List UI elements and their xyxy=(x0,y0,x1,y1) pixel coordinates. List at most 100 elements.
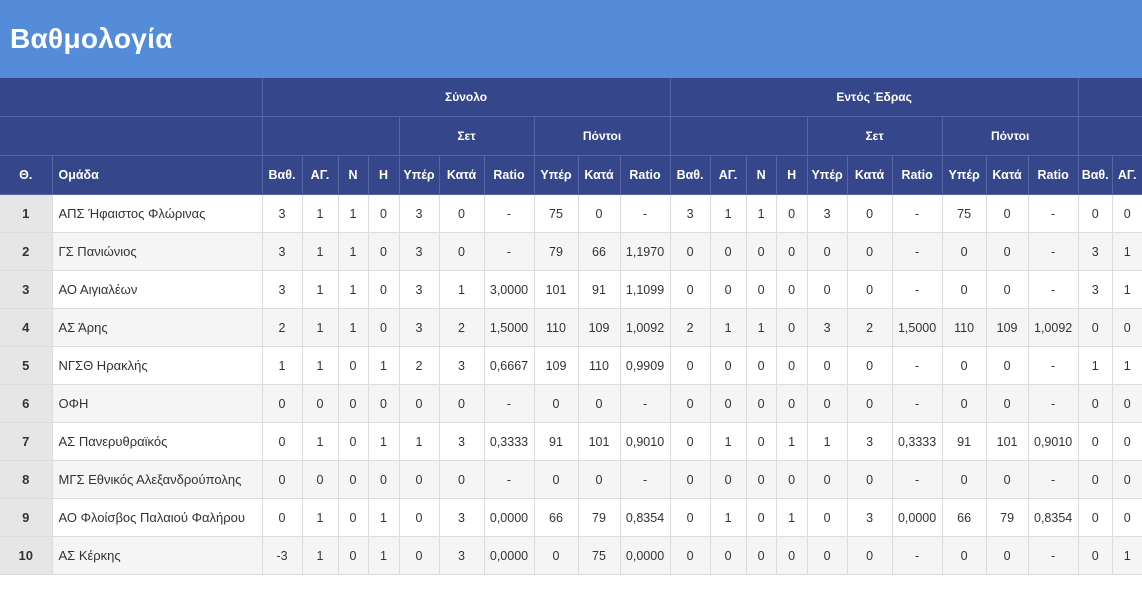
total-stat-cell: 1 xyxy=(302,194,339,233)
total-stat-cell: 0,9909 xyxy=(620,346,671,385)
team-name-cell: ΜΓΣ Εθνικός Αλεξανδρούπολης xyxy=(52,460,263,499)
total-stat-cell: 2 xyxy=(439,308,485,347)
table-row: 4 ΑΣ Άρης 2 1 1 0 3 2 1,5000 110 109 1,0092 2 1 1 0 3 2 1,… xyxy=(0,308,1142,347)
col-header-points-ratio: Ratio xyxy=(620,155,671,195)
home-stat-cell: 1 xyxy=(710,422,747,461)
total-stat-cell: 0 xyxy=(368,384,400,423)
home-stat-cell: 66 xyxy=(942,498,987,537)
home-stat-cell: 0 xyxy=(670,536,711,575)
header-group-home: Εντός Έδρας xyxy=(670,78,1079,117)
table-row: 2 ΓΣ Πανιώνιος 3 1 1 0 3 0-79 66 1,1970 0 0 0 0 0 0-0 0-… xyxy=(0,232,1142,271)
home-stat-cell: 1 xyxy=(746,308,777,347)
total-stat-cell: 109 xyxy=(534,346,579,385)
home-stat-cell: - xyxy=(1028,384,1079,423)
home-stat-cell: 0 xyxy=(847,536,893,575)
total-stat-cell: 0 xyxy=(578,384,621,423)
home-stat-cell: 1 xyxy=(746,194,777,233)
home-stat-cell: 0 xyxy=(746,422,777,461)
total-stat-cell: 0 xyxy=(534,460,579,499)
away-stat-cell: 1 xyxy=(1112,536,1142,575)
total-stat-cell: 3 xyxy=(399,194,440,233)
home-stat-cell: 0,0000 xyxy=(892,498,943,537)
home-stat-cell: 0 xyxy=(710,536,747,575)
home-stat-cell: 0 xyxy=(847,194,893,233)
header-group-away-cut xyxy=(1078,78,1142,117)
total-stat-cell: 1 xyxy=(302,536,339,575)
total-stat-cell: 1 xyxy=(302,308,339,347)
total-stat-cell: 0 xyxy=(578,460,621,499)
team-name-cell: ΑΟ Αιγιαλέων xyxy=(52,270,263,309)
col-header-losses: Η xyxy=(368,155,400,195)
team-name-cell: ΑΟ Φλοίσβος Παλαιού Φαλήρου xyxy=(52,498,263,537)
header-row-subgroups: Σετ Πόντοι Σετ Πόντοι xyxy=(0,116,1142,156)
total-stat-cell: 0 xyxy=(399,536,440,575)
col-header-points-against: Κατά xyxy=(578,155,621,195)
away-stat-cell: 3 xyxy=(1078,270,1113,309)
home-stat-cell: 0,9010 xyxy=(1028,422,1079,461)
table-row: 1 ΑΠΣ Ήφαιστος Φλώρινας 3 1 1 0 3 0-75 0-3 1 1 0 3 0-… xyxy=(0,194,1142,233)
home-stat-cell: 0 xyxy=(776,536,808,575)
home-stat-cell: 0 xyxy=(986,270,1029,309)
home-stat-cell: 1,5000 xyxy=(892,308,943,347)
total-stat-cell: 3 xyxy=(262,270,303,309)
total-stat-cell: 91 xyxy=(578,270,621,309)
away-stat-cell: 0 xyxy=(1078,536,1113,575)
total-stat-cell: 0 xyxy=(302,460,339,499)
home-stat-cell: 0 xyxy=(807,536,848,575)
home-stat-cell: 0 xyxy=(807,498,848,537)
position-cell: 6 xyxy=(0,384,53,423)
header-total-points: Πόντοι xyxy=(534,116,671,156)
total-stat-cell: 79 xyxy=(534,232,579,271)
header-blank xyxy=(670,116,808,156)
col-header-played: ΑΓ. xyxy=(302,155,339,195)
total-stat-cell: 0 xyxy=(439,460,485,499)
team-name-cell: ΟΦΗ xyxy=(52,384,263,423)
total-stat-cell: - xyxy=(484,194,535,233)
total-stat-cell: 1 xyxy=(302,422,339,461)
total-stat-cell: - xyxy=(620,384,671,423)
home-stat-cell: 0 xyxy=(746,384,777,423)
away-stat-cell: 1 xyxy=(1112,232,1142,271)
total-stat-cell: 0,9010 xyxy=(620,422,671,461)
home-stat-cell: 0 xyxy=(776,308,808,347)
home-stat-cell: 3 xyxy=(847,498,893,537)
col-header-home-pts: Βαθ. xyxy=(670,155,711,195)
total-stat-cell: 1 xyxy=(368,346,400,385)
home-stat-cell: - xyxy=(892,346,943,385)
home-stat-cell: 0 xyxy=(746,460,777,499)
home-stat-cell: 0 xyxy=(847,460,893,499)
table-row: 6 ΟΦΗ 0 0 0 0 0 0-0 0-0 0 0 0 0 0-0 0-0 0 xyxy=(0,384,1142,423)
total-stat-cell: 0 xyxy=(368,270,400,309)
total-stat-cell: 0 xyxy=(399,460,440,499)
home-stat-cell: 0 xyxy=(807,460,848,499)
total-stat-cell: 0,3333 xyxy=(484,422,535,461)
home-stat-cell: 0 xyxy=(986,536,1029,575)
total-stat-cell: 0 xyxy=(262,422,303,461)
home-stat-cell: 0 xyxy=(670,232,711,271)
home-stat-cell: 0 xyxy=(807,384,848,423)
total-stat-cell: 3 xyxy=(262,232,303,271)
position-cell: 4 xyxy=(0,308,53,347)
total-stat-cell: - xyxy=(620,194,671,233)
col-header-home-points-against: Κατά xyxy=(986,155,1029,195)
away-stat-cell: 3 xyxy=(1078,232,1113,271)
col-header-points-for: Υπέρ xyxy=(534,155,579,195)
home-stat-cell: 0 xyxy=(847,346,893,385)
total-stat-cell: 79 xyxy=(578,498,621,537)
home-stat-cell: 0 xyxy=(776,232,808,271)
home-stat-cell: - xyxy=(892,194,943,233)
total-stat-cell: 3 xyxy=(399,308,440,347)
total-stat-cell: 2 xyxy=(399,346,440,385)
home-stat-cell: 101 xyxy=(986,422,1029,461)
total-stat-cell: 3 xyxy=(399,270,440,309)
home-stat-cell: 0 xyxy=(746,346,777,385)
total-stat-cell: 0 xyxy=(338,384,369,423)
col-header-team: Ομάδα xyxy=(52,155,263,195)
total-stat-cell: -3 xyxy=(262,536,303,575)
home-stat-cell: 1,0092 xyxy=(1028,308,1079,347)
total-stat-cell: 0 xyxy=(338,460,369,499)
total-stat-cell: 0 xyxy=(262,384,303,423)
home-stat-cell: 3 xyxy=(670,194,711,233)
total-stat-cell: 0 xyxy=(368,460,400,499)
home-stat-cell: 0 xyxy=(710,460,747,499)
